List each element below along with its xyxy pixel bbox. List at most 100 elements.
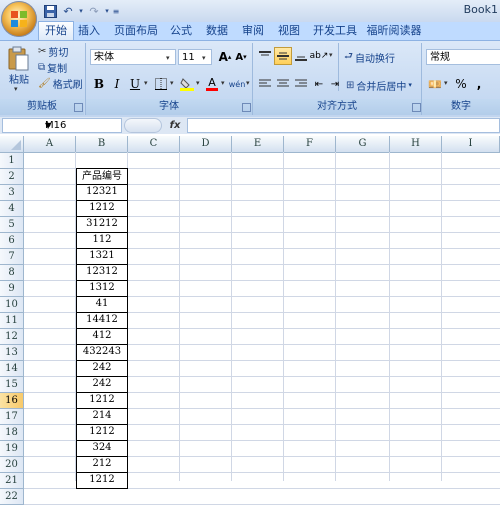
row-header-5[interactable]: 5 — [0, 217, 24, 233]
cell-b17[interactable]: 214 — [76, 408, 128, 425]
row-header-21[interactable]: 21 — [0, 473, 24, 489]
select-all-corner[interactable] — [0, 136, 24, 152]
tab-page-layout[interactable]: 页面布局 — [110, 22, 162, 40]
fill-color-dropdown-icon[interactable]: ▾ — [196, 79, 200, 87]
comma-button[interactable]: , — [470, 75, 488, 93]
align-bottom-button[interactable] — [292, 47, 310, 65]
tab-view[interactable]: 视图 — [274, 22, 304, 40]
merge-center-button[interactable]: ⊞ 合并后居中 ▾ — [346, 77, 412, 93]
column-header-b[interactable]: B — [76, 136, 128, 152]
redo-icon[interactable]: ↷ — [86, 3, 102, 19]
row-header-9[interactable]: 9 — [0, 281, 24, 297]
paste-dropdown-icon[interactable]: ▾ — [14, 85, 18, 93]
row-header-15[interactable]: 15 — [0, 377, 24, 393]
alignment-launcher-icon[interactable] — [412, 103, 421, 112]
row-header-2[interactable]: 2 — [0, 169, 24, 185]
customize-toolbar-icon[interactable]: ≡ — [112, 3, 120, 19]
row-header-12[interactable]: 12 — [0, 329, 24, 345]
currency-button[interactable]: 💴 — [426, 75, 444, 93]
phonetic-button[interactable]: wén — [228, 75, 246, 93]
paste-label[interactable]: 粘贴 — [6, 71, 32, 86]
number-format-combo[interactable]: 常规 — [426, 49, 500, 65]
column-header-a[interactable]: A — [24, 136, 76, 152]
copy-button[interactable]: ⧉ 复制 — [38, 59, 67, 75]
cell-b20[interactable]: 212 — [76, 456, 128, 473]
column-header-c[interactable]: C — [128, 136, 180, 152]
column-header-f[interactable]: F — [284, 136, 336, 152]
cell-b2-header[interactable]: 产品编号 — [76, 168, 128, 185]
phonetic-dropdown-icon[interactable]: ▾ — [246, 79, 250, 87]
cell-b19[interactable]: 324 — [76, 440, 128, 457]
row-header-18[interactable]: 18 — [0, 425, 24, 441]
orientation-button[interactable]: ab↗ — [310, 47, 329, 65]
column-header-e[interactable]: E — [232, 136, 284, 152]
font-launcher-icon[interactable] — [242, 103, 251, 112]
cell-b16[interactable]: 1212 — [76, 392, 128, 409]
row-header-10[interactable]: 10 — [0, 297, 24, 313]
undo-icon[interactable]: ↶ — [60, 3, 76, 19]
row-header-16[interactable]: 16 — [0, 393, 24, 409]
column-header-g[interactable]: G — [336, 136, 390, 152]
formula-bar-splitter[interactable] — [124, 118, 162, 133]
underline-button[interactable]: U — [126, 75, 144, 93]
cell-b12[interactable]: 412 — [76, 328, 128, 345]
cell-b14[interactable]: 242 — [76, 360, 128, 377]
row-header-3[interactable]: 3 — [0, 185, 24, 201]
borders-button[interactable] — [152, 75, 170, 93]
row-header-22[interactable]: 22 — [0, 489, 24, 505]
tab-review[interactable]: 审阅 — [238, 22, 268, 40]
clipboard-launcher-icon[interactable] — [74, 103, 83, 112]
orientation-dropdown-icon[interactable]: ▾ — [329, 51, 333, 59]
cell-b8[interactable]: 12312 — [76, 264, 128, 281]
tab-data[interactable]: 数据 — [202, 22, 232, 40]
cell-b15[interactable]: 242 — [76, 376, 128, 393]
underline-dropdown-icon[interactable]: ▾ — [144, 79, 148, 87]
row-header-19[interactable]: 19 — [0, 441, 24, 457]
wrap-text-button[interactable]: ⮐ 自动换行 — [344, 49, 395, 65]
font-color-dropdown-icon[interactable]: ▾ — [221, 79, 225, 87]
cell-b10[interactable]: 41 — [76, 296, 128, 313]
align-middle-button[interactable] — [274, 47, 292, 65]
align-center-button[interactable] — [274, 75, 292, 93]
row-header-1[interactable]: 1 — [0, 153, 24, 169]
borders-dropdown-icon[interactable]: ▾ — [170, 79, 174, 87]
align-right-button[interactable] — [292, 75, 310, 93]
align-left-button[interactable] — [256, 75, 274, 93]
column-header-i[interactable]: I — [442, 136, 500, 152]
office-button[interactable] — [1, 1, 37, 37]
row-header-14[interactable]: 14 — [0, 361, 24, 377]
row-header-6[interactable]: 6 — [0, 233, 24, 249]
cell-b9[interactable]: 1312 — [76, 280, 128, 297]
shrink-font-button[interactable]: A ▾ — [232, 48, 250, 66]
row-header-17[interactable]: 17 — [0, 409, 24, 425]
cell-b13[interactable]: 432243 — [76, 344, 128, 361]
formula-input[interactable] — [187, 118, 500, 133]
increase-indent-button[interactable]: ⇥ — [326, 75, 344, 93]
bold-button[interactable]: B — [90, 75, 108, 93]
insert-function-button[interactable]: fx — [165, 118, 185, 133]
font-color-button[interactable]: A — [203, 75, 221, 93]
cell-b6[interactable]: 112 — [76, 232, 128, 249]
tab-foxit-reader[interactable]: 福昕阅读器 — [364, 22, 424, 40]
font-size-combo[interactable]: 11 ▾ — [178, 49, 212, 65]
cell-b4[interactable]: 1212 — [76, 200, 128, 217]
redo-dropdown-icon[interactable]: ▾ — [104, 3, 110, 19]
font-name-combo[interactable]: 宋体 ▾ — [90, 49, 176, 65]
tab-insert[interactable]: 插入 — [74, 22, 104, 40]
cell-b11[interactable]: 14412 — [76, 312, 128, 329]
row-header-13[interactable]: 13 — [0, 345, 24, 361]
cell-b18[interactable]: 1212 — [76, 424, 128, 441]
tab-home[interactable]: 开始 — [38, 21, 74, 41]
cell-b3[interactable]: 12321 — [76, 184, 128, 201]
cut-button[interactable]: ✂ 剪切 — [38, 43, 68, 59]
currency-dropdown-icon[interactable]: ▾ — [444, 79, 448, 87]
percent-button[interactable]: % — [452, 75, 470, 93]
save-icon[interactable] — [42, 3, 58, 19]
cell-b5[interactable]: 31212 — [76, 216, 128, 233]
italic-button[interactable]: I — [108, 75, 126, 93]
row-header-8[interactable]: 8 — [0, 265, 24, 281]
tab-formulas[interactable]: 公式 — [166, 22, 196, 40]
row-header-11[interactable]: 11 — [0, 313, 24, 329]
cell-b7[interactable]: 1321 — [76, 248, 128, 265]
undo-dropdown-icon[interactable]: ▾ — [78, 3, 84, 19]
